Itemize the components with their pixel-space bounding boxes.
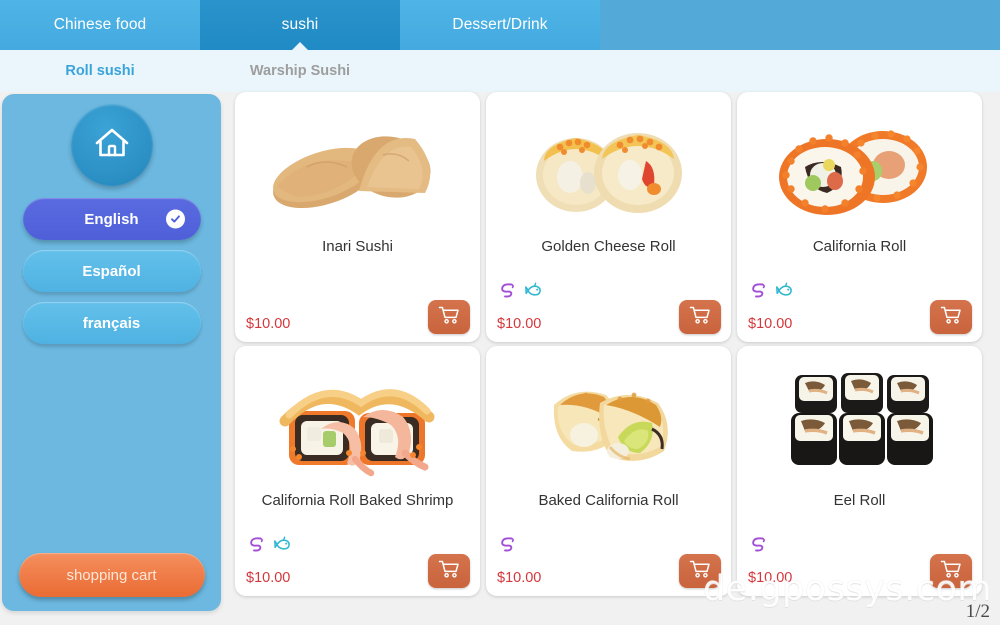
add-to-cart-button[interactable] bbox=[679, 554, 721, 588]
product-tags bbox=[749, 535, 767, 558]
product-image-golden-cheese-roll bbox=[486, 100, 731, 240]
product-price: $10.00 bbox=[246, 316, 291, 332]
fish-icon bbox=[776, 281, 794, 304]
language-button-english[interactable]: English bbox=[22, 198, 201, 240]
add-to-cart-button[interactable] bbox=[428, 300, 470, 334]
product-name: California Roll Baked Shrimp bbox=[261, 492, 454, 509]
product-image-baked-california-roll bbox=[486, 354, 731, 494]
product-image-eel-roll bbox=[737, 354, 982, 494]
shopping-cart-icon bbox=[438, 305, 460, 330]
language-list: English Español français bbox=[2, 198, 221, 344]
shrimp-icon bbox=[749, 281, 767, 304]
product-card[interactable]: Baked California Roll $10.00 bbox=[486, 346, 731, 596]
check-icon bbox=[165, 209, 185, 229]
shopping-cart-icon bbox=[940, 305, 962, 330]
shopping-cart-icon bbox=[689, 559, 711, 584]
language-button-francais[interactable]: français bbox=[22, 302, 201, 344]
product-card[interactable]: California Roll Baked Shrimp $10.00 bbox=[235, 346, 480, 596]
shrimp-icon bbox=[247, 535, 265, 558]
add-to-cart-button[interactable] bbox=[930, 300, 972, 334]
fish-icon bbox=[525, 281, 543, 304]
product-name: Eel Roll bbox=[833, 492, 886, 509]
product-card[interactable]: Eel Roll $10.00 bbox=[737, 346, 982, 596]
pos-menu-screen: Chinese food sushi Dessert/Drink Roll su… bbox=[0, 0, 1000, 625]
subtab-label: Roll sushi bbox=[65, 63, 135, 79]
page-indicator: 1/2 bbox=[965, 601, 990, 622]
product-name: California Roll bbox=[812, 238, 907, 255]
tab-label: Dessert/Drink bbox=[452, 16, 548, 33]
sidebar: English Español français shopping cart bbox=[2, 94, 221, 611]
product-name: Inari Sushi bbox=[322, 238, 393, 255]
tab-label: sushi bbox=[281, 16, 319, 33]
tab-dessert-drink[interactable]: Dessert/Drink bbox=[400, 0, 600, 50]
product-price: $10.00 bbox=[748, 316, 793, 332]
shrimp-icon bbox=[498, 535, 516, 558]
product-tags bbox=[247, 535, 292, 558]
subtab-label: Warship Sushi bbox=[249, 63, 351, 79]
shopping-cart-label: shopping cart bbox=[66, 566, 157, 584]
product-card[interactable]: Inari Sushi $10.00 bbox=[235, 92, 480, 342]
home-icon bbox=[92, 124, 132, 167]
product-tags bbox=[749, 281, 794, 304]
product-price: $10.00 bbox=[748, 570, 793, 586]
category-tab-bar: Chinese food sushi Dessert/Drink bbox=[0, 0, 1000, 50]
product-name: Golden Cheese Roll bbox=[541, 238, 676, 255]
shrimp-icon bbox=[749, 535, 767, 558]
product-price: $10.00 bbox=[497, 316, 542, 332]
product-image-inari-sushi bbox=[235, 100, 480, 240]
product-tags bbox=[498, 281, 543, 304]
fish-icon bbox=[274, 535, 292, 558]
home-button[interactable] bbox=[70, 104, 153, 186]
product-image-california-roll-baked-shrimp bbox=[235, 354, 480, 494]
product-grid: Inari Sushi $10.00 Golden Cheese Roll $1… bbox=[235, 92, 990, 600]
product-image-california-roll bbox=[737, 100, 982, 240]
subtab-roll-sushi[interactable]: Roll sushi bbox=[0, 63, 200, 79]
product-price: $10.00 bbox=[246, 570, 291, 586]
shopping-cart-icon bbox=[438, 559, 460, 584]
language-label: français bbox=[82, 314, 141, 332]
shopping-cart-icon bbox=[689, 305, 711, 330]
shrimp-icon bbox=[498, 281, 516, 304]
tab-chinese-food[interactable]: Chinese food bbox=[0, 0, 200, 50]
product-card[interactable]: California Roll $10.00 bbox=[737, 92, 982, 342]
language-label: English bbox=[84, 210, 139, 228]
subcategory-tab-bar: Roll sushi Warship Sushi bbox=[0, 50, 1000, 92]
shopping-cart-button[interactable]: shopping cart bbox=[18, 553, 205, 597]
add-to-cart-button[interactable] bbox=[930, 554, 972, 588]
language-button-espanol[interactable]: Español bbox=[22, 250, 201, 292]
tab-bar-filler bbox=[600, 0, 1000, 50]
language-label: Español bbox=[82, 262, 141, 280]
tab-label: Chinese food bbox=[53, 16, 147, 33]
tab-sushi[interactable]: sushi bbox=[200, 0, 400, 50]
product-price: $10.00 bbox=[497, 570, 542, 586]
add-to-cart-button[interactable] bbox=[679, 300, 721, 334]
subtab-warship-sushi[interactable]: Warship Sushi bbox=[200, 63, 400, 79]
product-tags bbox=[498, 535, 516, 558]
product-name: Baked California Roll bbox=[538, 492, 679, 509]
add-to-cart-button[interactable] bbox=[428, 554, 470, 588]
shopping-cart-icon bbox=[940, 559, 962, 584]
product-card[interactable]: Golden Cheese Roll $10.00 bbox=[486, 92, 731, 342]
